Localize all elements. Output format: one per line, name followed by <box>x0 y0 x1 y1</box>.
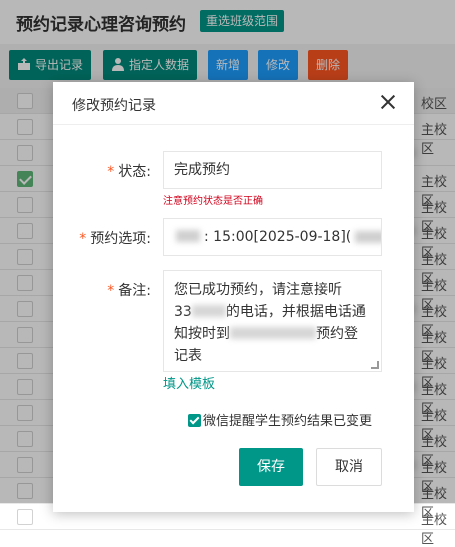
redacted-text <box>230 327 316 339</box>
option-value: : 15:00[2025-09-18]( <box>204 229 352 245</box>
status-value: 完成预约 <box>174 162 230 178</box>
required-mark: * <box>79 231 87 247</box>
remark-label: * 备注: <box>107 283 151 299</box>
redacted-text <box>176 230 200 242</box>
fill-template-link[interactable]: 填入模板 <box>163 373 215 392</box>
remark-line: 33 的电话，并根据电话通 <box>174 304 366 320</box>
redacted-text <box>355 231 381 243</box>
checkbox-checked-icon <box>188 414 201 427</box>
campus-cell: 主校区 <box>421 513 448 547</box>
remark-line: 知按时到 预约登 <box>174 326 358 342</box>
wechat-notify-checkbox[interactable]: 微信提醒学生预约结果已变更 <box>188 410 372 429</box>
cancel-button[interactable]: 取消 <box>316 448 382 486</box>
dialog-title: 修改预约记录 <box>72 98 156 114</box>
status-label: * 状态: <box>107 164 151 180</box>
redacted-text <box>191 305 226 317</box>
dialog-header: 修改预约记录 <box>53 82 414 125</box>
edit-appointment-dialog: 修改预约记录 * 状态: 完成预约 注意预约状态是否正确 * 预约选项: : 15:… <box>53 82 414 512</box>
row-checkbox[interactable] <box>17 509 33 525</box>
remark-line: 记表 <box>174 348 202 364</box>
wechat-notify-label: 微信提醒学生预约结果已变更 <box>203 414 373 429</box>
remark-line: 您已成功预约，请注意接听 <box>174 282 342 298</box>
status-hint: 注意预约状态是否正确 <box>163 196 263 207</box>
close-icon[interactable] <box>380 94 396 110</box>
status-select[interactable]: 完成预约 <box>163 151 382 189</box>
required-mark: * <box>107 283 115 299</box>
option-label: * 预约选项: <box>79 231 151 247</box>
required-mark: * <box>107 164 115 180</box>
save-button[interactable]: 保存 <box>239 448 303 486</box>
remark-textarea[interactable]: 您已成功预约，请注意接听 33 的电话，并根据电话通 知按时到 预约登 记表 <box>163 270 382 372</box>
resize-handle[interactable] <box>371 361 379 369</box>
appointment-option-select[interactable]: : 15:00[2025-09-18]( <box>163 218 382 256</box>
